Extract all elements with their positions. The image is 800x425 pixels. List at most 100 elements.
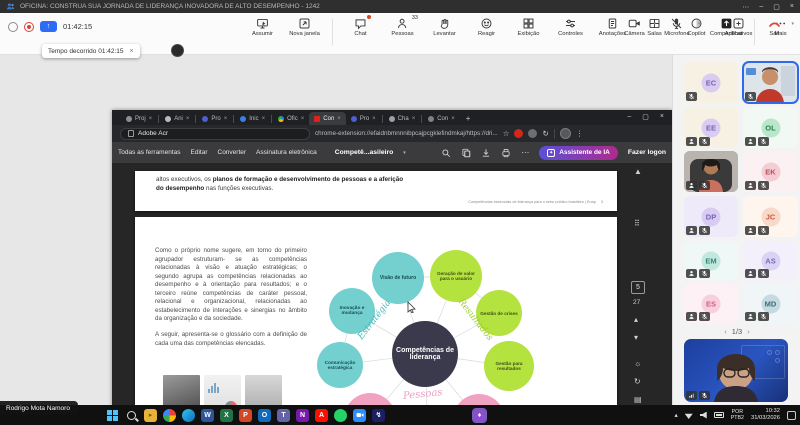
zoom-app-icon[interactable] bbox=[353, 409, 366, 422]
browser-tab-active[interactable]: Con× bbox=[309, 112, 346, 125]
tab-close-icon[interactable]: × bbox=[262, 116, 266, 122]
participant-tile[interactable]: AS bbox=[743, 241, 798, 280]
window-maximize-button[interactable]: ▢ bbox=[773, 3, 780, 11]
pause-recording-icon[interactable] bbox=[8, 22, 18, 32]
share-indicator-icon[interactable]: ↑ bbox=[40, 21, 57, 32]
hidden-icons-chevron[interactable]: ▴ bbox=[674, 411, 677, 419]
print-icon[interactable] bbox=[501, 148, 511, 158]
leave-options-chevron[interactable]: ▾ bbox=[791, 21, 794, 27]
self-view-video[interactable] bbox=[684, 339, 788, 402]
floating-round-button[interactable] bbox=[171, 44, 184, 57]
chrome-icon[interactable] bbox=[163, 409, 176, 422]
tab-close-icon[interactable]: × bbox=[337, 116, 341, 122]
leave-button[interactable]: Sair bbox=[761, 17, 787, 37]
record-icon[interactable] bbox=[24, 22, 34, 32]
office-icon[interactable]: ↯ bbox=[372, 409, 385, 422]
participant-tile[interactable]: EE bbox=[684, 107, 738, 148]
download-icon[interactable] bbox=[481, 148, 491, 158]
page-next-icon[interactable]: › bbox=[747, 327, 750, 336]
excel-icon[interactable]: X bbox=[220, 409, 233, 422]
browser-tab[interactable]: Ofic× bbox=[273, 112, 309, 125]
browser-tab[interactable]: Pro× bbox=[346, 112, 381, 125]
chat-button[interactable]: Chat bbox=[344, 17, 377, 37]
pessoas-button[interactable]: 33 Pessoas bbox=[386, 17, 419, 37]
levantar-button[interactable]: Levantar bbox=[428, 17, 461, 37]
teams-icon[interactable]: T bbox=[277, 409, 290, 422]
participant-tile-active-speaker[interactable] bbox=[743, 62, 798, 103]
tab-close-icon[interactable]: × bbox=[224, 116, 228, 122]
page-prev-icon[interactable]: ‹ bbox=[724, 327, 727, 336]
omnibox[interactable]: Adobe Acr bbox=[120, 128, 310, 140]
extension-icon[interactable] bbox=[528, 129, 537, 138]
document-title[interactable]: Competê...asileiro bbox=[335, 149, 394, 156]
assumir-button[interactable]: Assumir bbox=[246, 17, 279, 37]
adobe-extension-icon[interactable] bbox=[514, 129, 523, 138]
page-number-input[interactable]: 5 bbox=[631, 281, 645, 294]
acrobat-icon[interactable]: A bbox=[315, 409, 328, 422]
menu-editar[interactable]: Editar bbox=[191, 149, 208, 156]
taskbar-search-button[interactable] bbox=[125, 409, 138, 422]
participant-tile[interactable]: MD bbox=[743, 284, 798, 323]
wifi-icon[interactable] bbox=[685, 411, 693, 419]
participant-tile[interactable]: JC bbox=[743, 196, 798, 237]
tab-close-icon[interactable]: × bbox=[186, 116, 190, 122]
word-icon[interactable]: W bbox=[201, 409, 214, 422]
participant-tile[interactable]: ES bbox=[684, 284, 738, 323]
camera-button[interactable]: Câmera bbox=[619, 17, 649, 37]
tab-close-icon[interactable]: × bbox=[301, 116, 305, 122]
page-up-icon[interactable]: ▴ bbox=[634, 315, 638, 324]
tab-close-icon[interactable]: × bbox=[149, 116, 153, 122]
participant-tile[interactable] bbox=[684, 151, 738, 192]
start-button[interactable] bbox=[106, 409, 119, 422]
powerpoint-icon[interactable]: P bbox=[239, 409, 252, 422]
controles-button[interactable]: Controles bbox=[554, 17, 587, 37]
browser-tab[interactable]: Proj× bbox=[121, 112, 157, 125]
tab-close-icon[interactable]: × bbox=[412, 116, 416, 122]
thumbnail-grid-icon[interactable]: ⠿ bbox=[634, 219, 641, 228]
bookmark-star-icon[interactable]: ☆ bbox=[503, 129, 510, 138]
exibicao-button[interactable]: Exibição bbox=[512, 17, 545, 37]
scroll-up-icon[interactable]: ▲ bbox=[634, 167, 642, 176]
profile-avatar[interactable] bbox=[560, 128, 571, 139]
tab-close-icon[interactable]: × bbox=[372, 116, 376, 122]
microphone-options-chevron[interactable]: ▾ bbox=[698, 21, 701, 27]
ai-assistant-button[interactable]: ✦ Assistente de IA bbox=[539, 146, 618, 160]
browser-tab[interactable]: Con× bbox=[423, 112, 460, 125]
address-url[interactable]: chrome-extension://efaidnbmnnnibpcajpcgk… bbox=[315, 130, 498, 137]
login-button[interactable]: Fazer logon bbox=[628, 149, 666, 156]
rotate-icon[interactable]: ↻ bbox=[634, 377, 641, 386]
taskbar-clock[interactable]: 10:3231/03/2026 bbox=[751, 408, 780, 422]
window-close-button[interactable]: × bbox=[790, 3, 794, 10]
nova-janela-button[interactable]: Nova janela bbox=[288, 17, 321, 37]
menu-todas-ferramentas[interactable]: Todas as ferramentas bbox=[118, 149, 181, 156]
browser-minimize-button[interactable]: – bbox=[627, 113, 631, 121]
notification-center-icon[interactable] bbox=[787, 411, 796, 420]
refresh-icon[interactable]: ↻ bbox=[542, 129, 548, 138]
edge-icon[interactable] bbox=[182, 409, 195, 422]
browser-menu-kebab-icon[interactable]: ⋮ bbox=[576, 129, 584, 138]
participant-tile[interactable]: DP bbox=[684, 196, 738, 237]
participant-tile[interactable]: EK bbox=[743, 151, 798, 192]
share-button[interactable]: Compartilhar bbox=[704, 17, 748, 37]
fit-page-icon[interactable]: ▤ bbox=[634, 395, 642, 404]
browser-tab[interactable]: Inic× bbox=[235, 112, 270, 125]
window-minimize-button[interactable]: – bbox=[759, 3, 763, 10]
onenote-icon[interactable]: N bbox=[296, 409, 309, 422]
page-down-icon[interactable]: ▾ bbox=[634, 333, 638, 342]
tab-close-icon[interactable]: × bbox=[451, 116, 455, 122]
window-more-button[interactable]: ⋯ bbox=[742, 3, 749, 11]
volume-icon[interactable] bbox=[700, 412, 707, 419]
language-indicator[interactable]: PORPTB2 bbox=[731, 409, 744, 421]
reagir-button[interactable]: Reagir bbox=[470, 17, 503, 37]
participant-tile[interactable]: EC bbox=[684, 62, 738, 103]
menu-assinatura[interactable]: Assinatura eletrônica bbox=[256, 149, 317, 156]
browser-maximize-button[interactable]: ▢ bbox=[642, 113, 649, 121]
file-explorer-icon[interactable]: ▸ bbox=[144, 409, 157, 422]
browser-tab[interactable]: Cha× bbox=[384, 112, 421, 125]
tooltip-close-icon[interactable]: × bbox=[130, 48, 134, 55]
display-settings-icon[interactable]: ☼ bbox=[634, 359, 641, 368]
microphone-button[interactable]: Microfone bbox=[660, 17, 694, 37]
search-icon[interactable] bbox=[441, 148, 451, 158]
outlook-icon[interactable]: O bbox=[258, 409, 271, 422]
doc-title-chevron-icon[interactable]: ▾ bbox=[403, 150, 406, 156]
